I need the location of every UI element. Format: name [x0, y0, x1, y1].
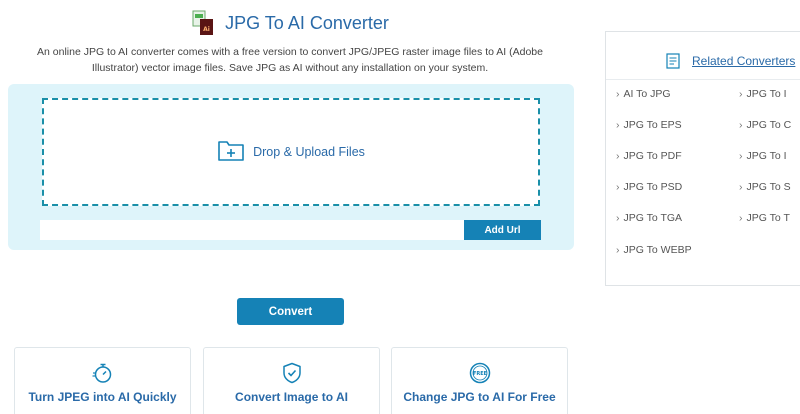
- title-row: Ai JPG To AI Converter: [0, 10, 580, 36]
- related-converters-panel: Related Converters › AI To JPG › JPG To EP…: [605, 31, 800, 286]
- svg-text:FREE: FREE: [472, 371, 487, 377]
- drop-upload-zone[interactable]: Drop & Upload Files: [42, 98, 540, 206]
- document-icon: [666, 53, 680, 69]
- feature-card-convert: Convert Image to AI: [203, 347, 380, 414]
- related-link-right-2[interactable]: › JPG To C: [739, 119, 791, 131]
- related-link-right-1[interactable]: › JPG To I: [739, 88, 787, 100]
- page-title: JPG To AI Converter: [225, 12, 389, 33]
- related-converters-link[interactable]: Related Converters: [692, 54, 795, 68]
- add-url-button[interactable]: Add Url: [464, 220, 541, 240]
- related-link-right-5[interactable]: › JPG To T: [739, 212, 790, 224]
- page-description: An online JPG to AI converter comes with…: [37, 46, 543, 74]
- feature-card-free: FREE Change JPG to AI For Free: [391, 347, 568, 414]
- divider: [606, 79, 800, 80]
- stopwatch-icon: [92, 362, 114, 384]
- feature-title: Convert Image to AI: [235, 390, 348, 404]
- related-link-jpg-to-tga[interactable]: › JPG To TGA: [616, 212, 682, 224]
- drop-upload-label: Drop & Upload Files: [253, 145, 365, 159]
- free-badge-icon: FREE: [469, 362, 491, 384]
- related-link-jpg-to-pdf[interactable]: › JPG To PDF: [616, 150, 682, 162]
- feature-card-quick: Turn JPEG into AI Quickly: [14, 347, 191, 414]
- folder-add-icon: [217, 138, 245, 167]
- shield-check-icon: [281, 362, 303, 384]
- related-header: Related Converters: [666, 53, 795, 69]
- jpg-to-ai-file-icon: Ai: [191, 10, 217, 36]
- related-link-jpg-to-psd[interactable]: › JPG To PSD: [616, 181, 682, 193]
- related-link-jpg-to-webp[interactable]: › JPG To WEBP: [616, 244, 692, 256]
- feature-title: Change JPG to AI For Free: [403, 390, 556, 404]
- convert-button[interactable]: Convert: [237, 298, 344, 325]
- feature-title: Turn JPEG into AI Quickly: [28, 390, 177, 404]
- related-link-right-4[interactable]: › JPG To S: [739, 181, 791, 193]
- url-input[interactable]: [40, 220, 464, 240]
- svg-text:Ai: Ai: [203, 26, 210, 33]
- related-link-right-3[interactable]: › JPG To I: [739, 150, 787, 162]
- upload-panel: Drop & Upload Files Add Url: [8, 84, 574, 250]
- related-link-ai-to-jpg[interactable]: › AI To JPG: [616, 88, 671, 100]
- related-link-jpg-to-eps[interactable]: › JPG To EPS: [616, 119, 682, 131]
